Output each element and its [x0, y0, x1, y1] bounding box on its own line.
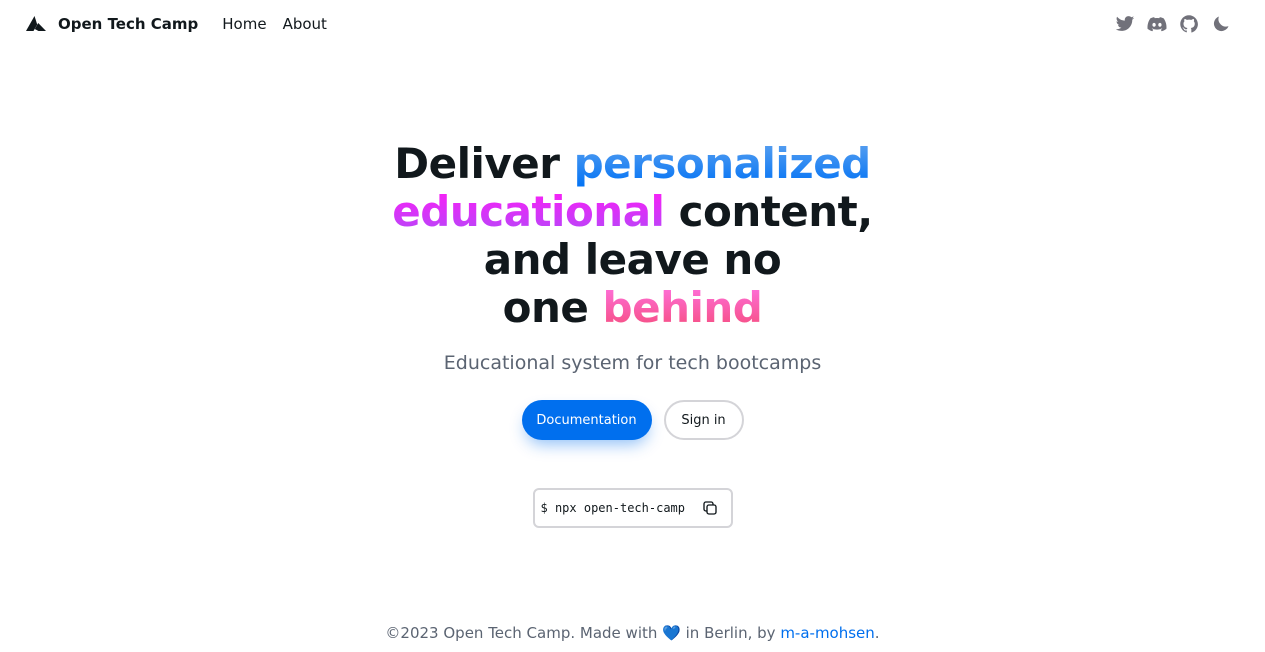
- github-icon[interactable]: [1179, 14, 1199, 34]
- twitter-icon[interactable]: [1115, 14, 1135, 34]
- navbar-right: [1115, 14, 1241, 34]
- install-snippet: $ npx open-tech-camp: [532, 488, 733, 528]
- logo-icon: [26, 16, 46, 31]
- hero-title-highlight-behind: behind: [602, 283, 763, 332]
- nav-links: Home About: [222, 15, 327, 33]
- footer: ©2023 Open Tech Camp. Made with 💙 in Ber…: [0, 624, 1265, 642]
- hero-title-highlight-educational: educational: [392, 187, 665, 236]
- nav-link-about[interactable]: About: [283, 15, 327, 33]
- nav-link-home[interactable]: Home: [222, 15, 266, 33]
- footer-period: .: [874, 624, 880, 642]
- hero-title-highlight-personalized: personalized: [573, 139, 872, 188]
- hero-title-line-3: and leave no: [483, 235, 782, 284]
- author-link[interactable]: m-a-mohsen: [780, 624, 874, 642]
- moon-icon[interactable]: [1211, 14, 1231, 34]
- install-command: $ npx open-tech-camp: [540, 501, 686, 515]
- cta-buttons: Documentation Sign in: [521, 400, 744, 440]
- heart-icon: 💙: [662, 624, 681, 642]
- navbar: Open Tech Camp Home About: [0, 0, 1265, 48]
- copy-icon[interactable]: [699, 497, 721, 519]
- brand[interactable]: Open Tech Camp: [24, 12, 198, 36]
- documentation-button[interactable]: Documentation: [521, 400, 652, 440]
- footer-copyright: ©2023 Open Tech Camp. Made with: [385, 624, 658, 642]
- navbar-left: Open Tech Camp Home About: [24, 12, 327, 36]
- hero-title-word-content: content,: [678, 187, 874, 236]
- brand-name: Open Tech Camp: [58, 15, 199, 33]
- hero-title-line-1: Deliver personalized: [392, 140, 872, 188]
- page: Open Tech Camp Home About Deliver person…: [0, 0, 1265, 652]
- hero-title-line-4: one behind: [392, 284, 872, 332]
- hero: Deliver personalized educational content…: [0, 140, 1265, 528]
- discord-icon[interactable]: [1147, 14, 1167, 34]
- hero-title-word-deliver: Deliver: [394, 139, 560, 188]
- hero-title: Deliver personalized educational content…: [392, 140, 874, 332]
- hero-subtitle: Educational system for tech bootcamps: [443, 352, 822, 374]
- footer-location: in Berlin, by: [685, 624, 776, 642]
- hero-title-line-2: educational content,: [392, 187, 874, 236]
- sign-in-button[interactable]: Sign in: [663, 400, 744, 440]
- hero-title-word-one: one: [502, 283, 589, 332]
